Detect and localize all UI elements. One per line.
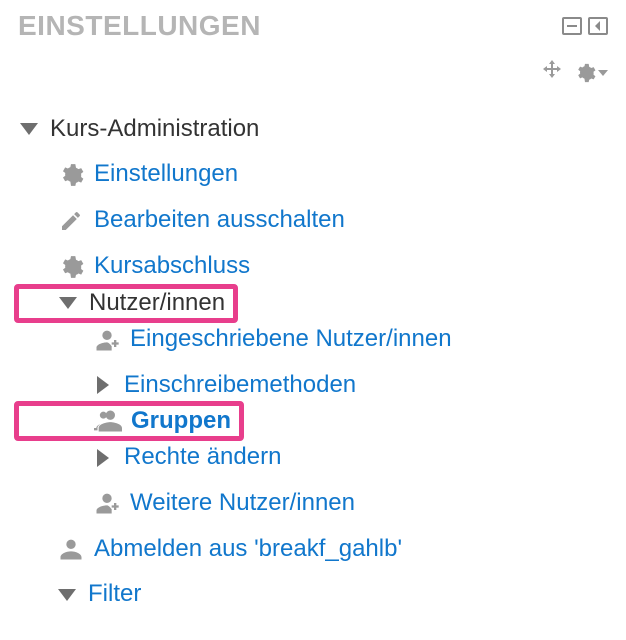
chevron-right-icon[interactable]: [92, 447, 114, 469]
nav-label: Eingeschriebene Nutzer/innen: [130, 325, 452, 354]
nav-label: Abmelden aus 'breakf_gahlb': [94, 535, 402, 564]
nav-label: Einschreibemethoden: [124, 371, 356, 400]
nav-label: Gruppen: [131, 407, 231, 436]
minimize-icon[interactable]: [562, 17, 582, 35]
panel-header: EINSTELLUNGEN: [18, 10, 608, 42]
nav-label: Einstellungen: [94, 160, 238, 189]
nav-item-settings[interactable]: Einstellungen: [18, 152, 608, 198]
nav-label: Nutzer/innen: [89, 289, 225, 318]
nav-item-edit-off[interactable]: Bearbeiten ausschalten: [18, 198, 608, 244]
nav-tree: Kurs-Administration Einstellungen Bearbe…: [18, 107, 608, 617]
chevron-right-icon[interactable]: [92, 374, 114, 396]
person-add-icon: [92, 325, 122, 355]
chevron-down-icon[interactable]: [56, 584, 78, 606]
gear-dropdown-icon[interactable]: [574, 62, 608, 84]
nav-item-filter[interactable]: Filter: [18, 572, 608, 617]
nav-label: Weitere Nutzer/innen: [130, 489, 355, 518]
nav-item-completion[interactable]: Kursabschluss: [18, 244, 608, 290]
nav-label: Filter: [88, 580, 141, 609]
nav-item-other-users[interactable]: Weitere Nutzer/innen: [18, 480, 608, 526]
chevron-down-icon[interactable]: [57, 292, 79, 314]
collapse-icon[interactable]: [588, 17, 608, 35]
toolbar: [18, 58, 608, 87]
nav-label: Rechte ändern: [124, 443, 281, 472]
nav-label: Bearbeiten ausschalten: [94, 206, 345, 235]
nav-item-permissions[interactable]: Rechte ändern: [18, 435, 608, 480]
gear-icon: [56, 252, 86, 282]
person-icon: [56, 534, 86, 564]
nav-label: Kursabschluss: [94, 252, 250, 281]
panel-title: EINSTELLUNGEN: [18, 10, 261, 42]
nav-item-enrolled[interactable]: Eingeschriebene Nutzer/innen: [18, 317, 608, 363]
person-add-icon: [92, 488, 122, 518]
nav-item-unenrol[interactable]: Abmelden aus 'breakf_gahlb': [18, 526, 608, 572]
group-icon: [93, 406, 123, 436]
panel-controls: [562, 17, 608, 35]
tree-root-course-admin[interactable]: Kurs-Administration: [18, 107, 608, 152]
gear-icon: [56, 160, 86, 190]
move-icon[interactable]: [540, 58, 564, 87]
pencil-icon: [56, 206, 86, 236]
root-label: Kurs-Administration: [50, 115, 259, 144]
chevron-down-icon[interactable]: [18, 118, 40, 140]
